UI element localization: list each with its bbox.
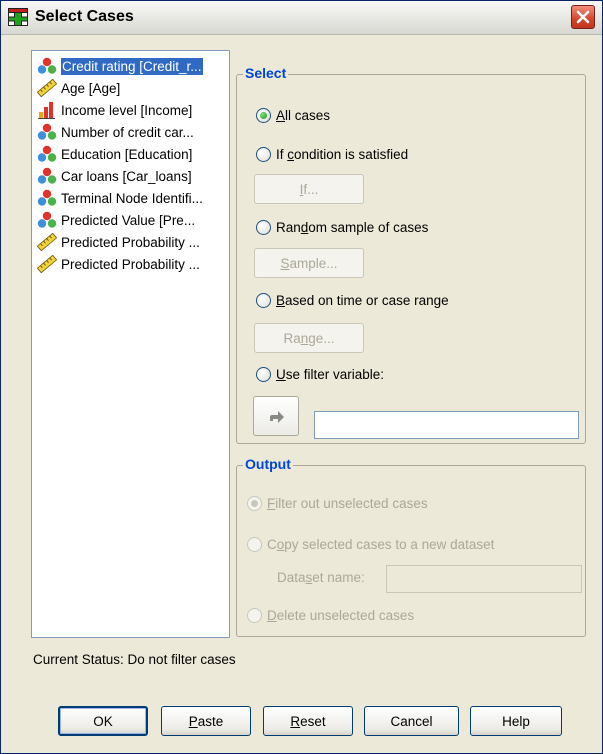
title-bar[interactable]: Select Cases <box>1 1 602 35</box>
delete-unselected-label: Delete unselected cases <box>267 608 415 623</box>
if-condition-label: If condition is satisfied <box>276 147 409 162</box>
variable-item[interactable]: Predicted Probability ... <box>34 253 227 275</box>
range-button[interactable]: Range... <box>254 323 364 353</box>
radio-indicator[interactable] <box>256 293 271 308</box>
random-sample-radio[interactable]: Random sample of cases <box>256 220 428 235</box>
variable-label: Terminal Node Identifi... <box>61 190 203 206</box>
range-button-label: Range... <box>283 330 335 346</box>
all-cases-label: All cases <box>276 108 331 123</box>
close-button[interactable] <box>571 5 595 29</box>
variable-label: Education [Education] <box>61 146 193 162</box>
radio-indicator[interactable] <box>256 147 271 162</box>
delete-unselected-radio[interactable]: Delete unselected cases <box>247 608 414 623</box>
variable-item[interactable]: Number of credit car... <box>34 121 227 143</box>
reset-button-label: Reset <box>290 713 326 729</box>
radio-indicator[interactable] <box>247 496 262 511</box>
variable-item[interactable]: Predicted Probability ... <box>34 231 227 253</box>
output-legend: Output <box>243 456 293 472</box>
variable-label: Predicted Probability ... <box>61 256 200 272</box>
scale-icon <box>36 232 58 252</box>
nominal-icon <box>36 57 58 75</box>
sample-button-label: Sample... <box>280 255 338 271</box>
nominal-icon <box>36 167 58 185</box>
filter-out-radio[interactable]: Filter out unselected cases <box>247 496 428 511</box>
variable-item[interactable]: Income level [Income] <box>34 99 227 121</box>
variable-item[interactable]: Predicted Value [Pre... <box>34 209 227 231</box>
paste-button-label: Paste <box>188 713 224 729</box>
variable-item[interactable]: Education [Education] <box>34 143 227 165</box>
variable-item[interactable]: Car loans [Car_loans] <box>34 165 227 187</box>
use-filter-label: Use filter variable: <box>276 367 385 382</box>
dataset-name-field[interactable] <box>386 565 582 593</box>
move-variable-button[interactable] <box>253 396 299 436</box>
copy-selected-label: Copy selected cases to a new dataset <box>267 537 495 552</box>
variable-item[interactable]: Credit rating [Credit_r... <box>34 55 227 77</box>
select-legend: Select <box>243 65 289 81</box>
nominal-icon <box>36 211 58 229</box>
if-button-label: If... <box>299 181 319 197</box>
cancel-button[interactable]: Cancel <box>364 706 459 736</box>
use-filter-radio[interactable]: Use filter variable: <box>256 367 384 382</box>
cancel-button-label: Cancel <box>390 713 433 729</box>
variable-list[interactable]: Credit rating [Credit_r... Age [Age] Inc… <box>31 50 230 638</box>
filter-out-label: Filter out unselected cases <box>267 496 428 511</box>
radio-indicator[interactable] <box>256 220 271 235</box>
scale-icon <box>36 254 58 274</box>
dataset-name-label: Dataset name: <box>277 570 365 585</box>
filter-variable-field[interactable] <box>314 411 579 439</box>
reset-button[interactable]: Reset <box>263 706 353 736</box>
variable-label: Credit rating [Credit_r... <box>61 57 203 75</box>
scale-icon <box>36 78 58 98</box>
random-sample-label: Random sample of cases <box>276 220 429 235</box>
select-cases-app-icon <box>8 8 28 26</box>
variable-label: Predicted Value [Pre... <box>61 212 196 228</box>
sample-button[interactable]: Sample... <box>254 248 364 278</box>
select-cases-dialog: Select Cases Credit rating [Credit_r... … <box>0 0 603 754</box>
help-button[interactable]: Help <box>470 706 562 736</box>
based-on-time-label: Based on time or case range <box>276 293 449 308</box>
variable-item[interactable]: Terminal Node Identifi... <box>34 187 227 209</box>
based-on-time-radio[interactable]: Based on time or case range <box>256 293 449 308</box>
window-title: Select Cases <box>35 8 134 25</box>
variable-label: Number of credit car... <box>61 124 194 140</box>
paste-button[interactable]: Paste <box>161 706 251 736</box>
nominal-icon <box>36 145 58 163</box>
variable-item[interactable]: Age [Age] <box>34 77 227 99</box>
if-button[interactable]: If... <box>254 174 364 204</box>
if-condition-radio[interactable]: If condition is satisfied <box>256 147 408 162</box>
copy-selected-radio[interactable]: Copy selected cases to a new dataset <box>247 537 494 552</box>
all-cases-radio[interactable]: All cases <box>256 108 330 123</box>
radio-indicator[interactable] <box>247 537 262 552</box>
help-button-label: Help <box>502 713 530 729</box>
radio-indicator[interactable] <box>247 608 262 623</box>
variable-label: Predicted Probability ... <box>61 234 200 250</box>
variable-label: Car loans [Car_loans] <box>61 168 192 184</box>
variable-label: Age [Age] <box>61 80 121 96</box>
arrow-right-icon <box>270 411 284 423</box>
current-status-text: Current Status: Do not filter cases <box>33 652 236 667</box>
radio-indicator[interactable] <box>256 367 271 382</box>
ordinal-icon <box>36 101 58 119</box>
nominal-icon <box>36 189 58 207</box>
ok-button[interactable]: OK <box>58 706 148 736</box>
variable-label: Income level [Income] <box>61 102 193 118</box>
close-icon <box>576 10 590 24</box>
nominal-icon <box>36 123 58 141</box>
ok-button-label: OK <box>93 713 113 729</box>
radio-indicator[interactable] <box>256 108 271 123</box>
